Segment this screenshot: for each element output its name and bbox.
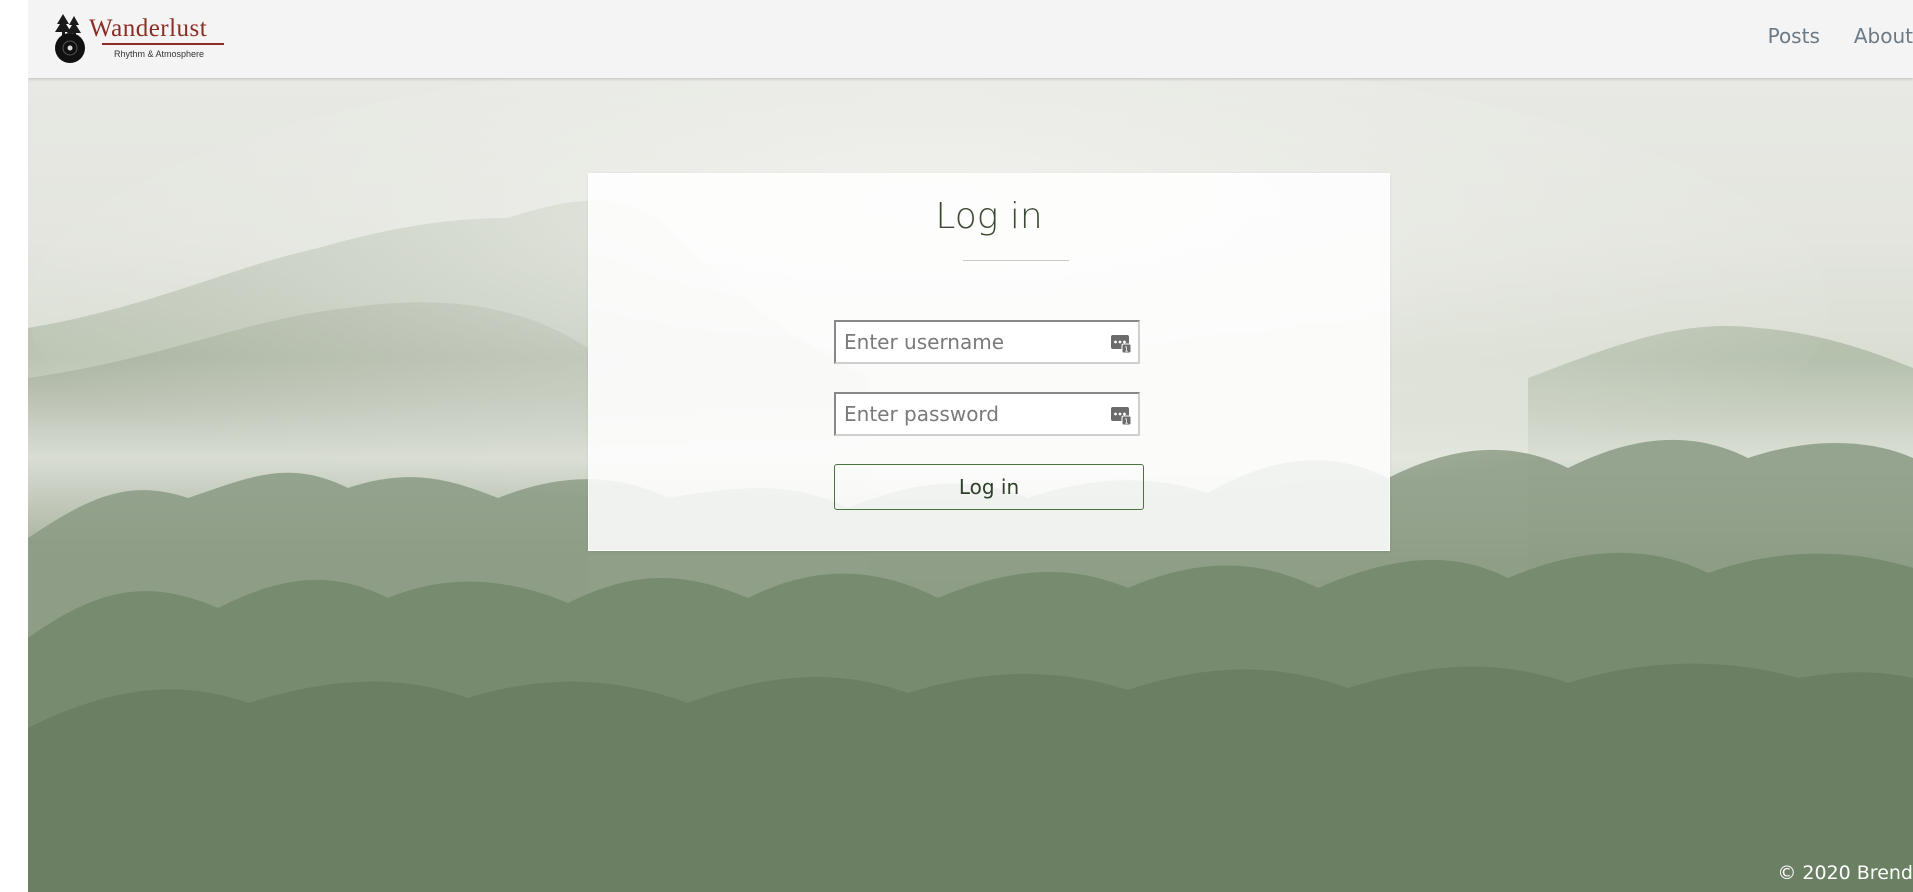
login-title: Log in bbox=[935, 196, 1043, 237]
login-card: Log in 1 1 Log in bbox=[588, 173, 1390, 551]
username-input[interactable] bbox=[836, 322, 1138, 362]
password-input[interactable] bbox=[836, 394, 1138, 434]
brand-logo[interactable]: Wanderlust Rhythm & Atmosphere bbox=[54, 14, 234, 66]
page: Wanderlust Rhythm & Atmosphere Posts Abo… bbox=[28, 0, 1913, 892]
navbar: Wanderlust Rhythm & Atmosphere Posts Abo… bbox=[28, 0, 1913, 78]
password-manager-icon: 1 bbox=[1111, 407, 1132, 426]
svg-text:1: 1 bbox=[1124, 418, 1128, 426]
tree-record-icon bbox=[55, 14, 85, 63]
svg-text:1: 1 bbox=[1124, 346, 1128, 354]
nav-item-posts[interactable]: Posts bbox=[1768, 24, 1820, 48]
username-field: 1 bbox=[834, 320, 1140, 364]
brand-rule bbox=[102, 43, 224, 45]
brand-name: Wanderlust bbox=[89, 15, 208, 42]
password-manager-icon: 1 bbox=[1111, 335, 1132, 354]
password-field: 1 bbox=[834, 392, 1140, 436]
main-nav: Posts About bbox=[1768, 24, 1913, 48]
login-submit-button[interactable]: Log in bbox=[834, 464, 1144, 510]
title-divider bbox=[963, 260, 1069, 261]
nav-item-about[interactable]: About bbox=[1854, 24, 1913, 48]
brand-tagline: Rhythm & Atmosphere bbox=[114, 49, 205, 59]
footer-copyright: © 2020 Brend bbox=[1777, 862, 1913, 884]
